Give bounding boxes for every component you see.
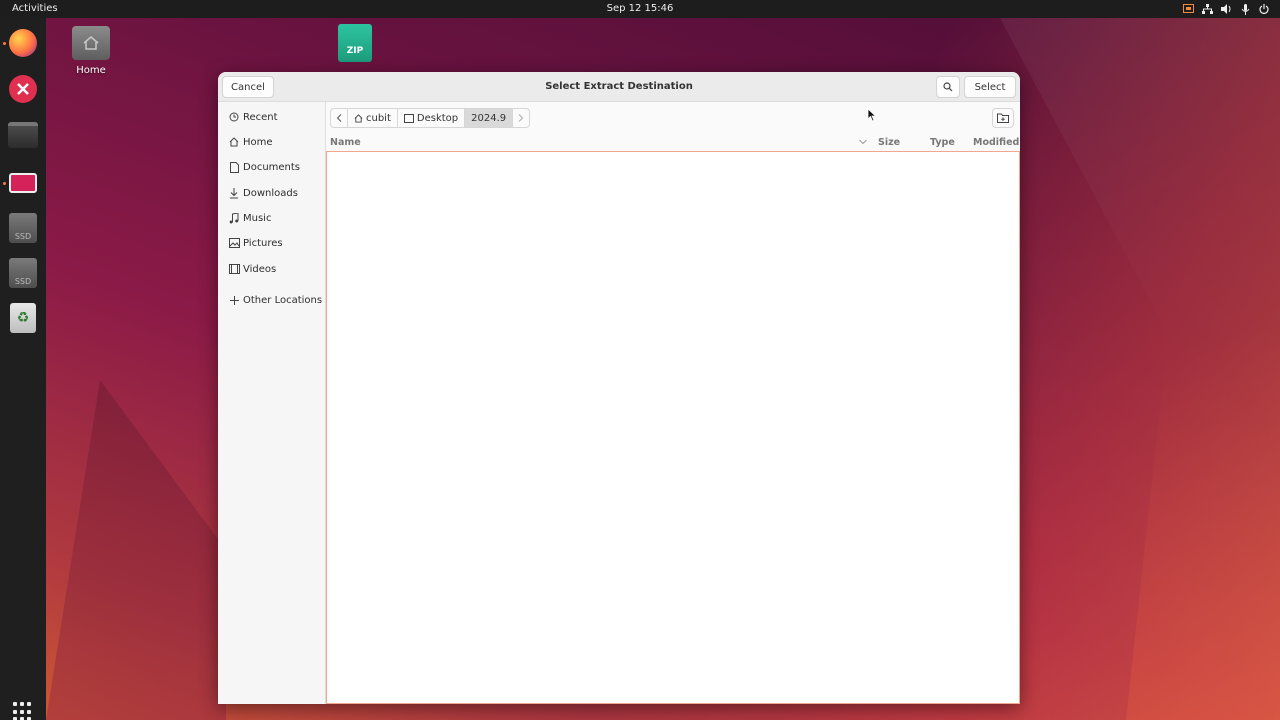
- sidebar-item-label: Pictures: [243, 237, 283, 249]
- remote-desktop-launcher[interactable]: [8, 168, 38, 198]
- beyond-compare-icon: [9, 75, 37, 103]
- activities-button[interactable]: Activities: [12, 3, 58, 14]
- file-list[interactable]: [326, 151, 1020, 704]
- document-icon: [227, 161, 241, 173]
- sidebar-item-videos[interactable]: Videos: [218, 258, 326, 280]
- ssd-drive-launcher[interactable]: SSD: [8, 213, 38, 243]
- volume-icon[interactable]: [1220, 3, 1232, 15]
- extract-destination-dialog: Cancel Select Extract Destination Select…: [218, 72, 1020, 704]
- ssd-drive-icon: SSD: [9, 258, 37, 288]
- system-tray[interactable]: [1182, 3, 1270, 15]
- running-indicator: [3, 182, 6, 185]
- column-type[interactable]: Type: [930, 137, 955, 148]
- sidebar-item-label: Home: [243, 136, 273, 148]
- sidebar-item-label: Documents: [243, 161, 301, 173]
- microphone-icon[interactable]: [1239, 3, 1251, 15]
- sidebar-item-label: Downloads: [243, 187, 298, 199]
- ssd-drive-launcher[interactable]: SSD: [8, 258, 38, 288]
- path-bar: cubit Desktop 2024.9: [330, 108, 531, 128]
- sidebar-item-label: Videos: [243, 263, 277, 275]
- sidebar-item-home[interactable]: Home: [218, 131, 326, 153]
- sidebar-item-label: Music: [243, 212, 272, 224]
- power-icon[interactable]: [1258, 3, 1270, 15]
- path-forward-button[interactable]: [512, 108, 531, 128]
- path-segment-label: Desktop: [416, 112, 459, 124]
- path-segment-current[interactable]: 2024.9: [464, 108, 514, 128]
- path-back-button[interactable]: [330, 108, 348, 128]
- path-segment-label: 2024.9: [471, 112, 507, 124]
- search-icon: [943, 82, 953, 92]
- download-icon: [227, 187, 241, 199]
- column-size[interactable]: Size: [878, 137, 900, 148]
- desktop-home-shortcut[interactable]: Home: [66, 26, 116, 76]
- new-folder-icon: [997, 113, 1009, 123]
- file-list-header: Name Size Type Modified: [326, 134, 1020, 152]
- sidebar-item-label: Recent: [243, 111, 278, 123]
- sidebar-item-other-locations[interactable]: Other Locations: [218, 289, 326, 311]
- firefox-launcher[interactable]: [8, 28, 38, 58]
- sidebar-item-recent[interactable]: Recent: [218, 106, 326, 128]
- sidebar-item-label: Other Locations: [243, 294, 323, 306]
- dock: SSD SSD ♻: [0, 18, 46, 720]
- chevron-left-icon: [336, 114, 342, 122]
- sidebar-item-downloads[interactable]: Downloads: [218, 182, 326, 204]
- trash-icon: ♻: [10, 303, 36, 333]
- sidebar-item-music[interactable]: Music: [218, 207, 326, 229]
- home-icon: [354, 113, 363, 123]
- dialog-header: Cancel Select Extract Destination Select: [218, 72, 1020, 102]
- ssd-drive-icon: SSD: [9, 213, 37, 243]
- column-name[interactable]: Name: [330, 137, 361, 148]
- music-icon: [227, 212, 241, 224]
- mouse-cursor-icon: [867, 108, 877, 122]
- home-folder-icon: [72, 26, 110, 60]
- desktop-home-label: Home: [76, 65, 106, 76]
- sidebar-item-documents[interactable]: Documents: [218, 156, 326, 178]
- path-segment-desktop[interactable]: Desktop: [396, 108, 466, 128]
- home-icon: [227, 137, 241, 147]
- path-segment-label: cubit: [366, 112, 391, 124]
- running-indicator: [3, 42, 6, 45]
- dialog-title: Select Extract Destination: [545, 81, 693, 92]
- show-apps-icon[interactable]: [13, 702, 33, 720]
- top-bar: Activities Sep 12 15:46: [0, 0, 1280, 18]
- clock-icon: [227, 112, 241, 122]
- network-icon[interactable]: [1201, 3, 1213, 15]
- beyond-compare-launcher[interactable]: [8, 74, 38, 104]
- screen-share-icon[interactable]: [1182, 3, 1194, 15]
- video-icon: [227, 264, 241, 274]
- zip-file-icon[interactable]: ZIP: [338, 24, 372, 62]
- clock[interactable]: Sep 12 15:46: [607, 3, 674, 14]
- files-launcher[interactable]: [8, 120, 38, 150]
- cancel-button[interactable]: Cancel: [222, 76, 274, 98]
- chevron-right-icon: [518, 114, 524, 122]
- places-sidebar: Recent Home Documents Downloads Music Pi…: [218, 102, 326, 704]
- path-segment-cubit[interactable]: cubit: [347, 108, 398, 128]
- search-button[interactable]: [936, 76, 960, 98]
- plus-icon: [227, 295, 241, 305]
- trash-launcher[interactable]: ♻: [8, 303, 38, 333]
- firefox-icon: [9, 29, 37, 57]
- column-modified[interactable]: Modified: [973, 137, 1019, 148]
- sidebar-item-pictures[interactable]: Pictures: [218, 232, 326, 254]
- files-icon: [8, 122, 38, 148]
- chevron-down-icon: [859, 137, 867, 148]
- picture-icon: [227, 238, 241, 248]
- desktop-icon: [403, 113, 414, 123]
- select-button[interactable]: Select: [964, 76, 1016, 98]
- new-folder-button[interactable]: [992, 108, 1014, 128]
- remote-desktop-icon: [9, 173, 37, 193]
